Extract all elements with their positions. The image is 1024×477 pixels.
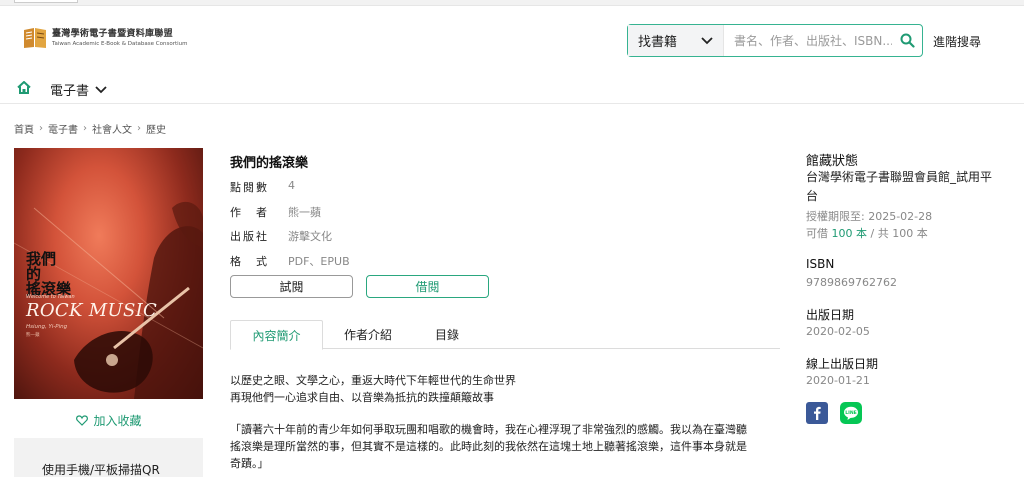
meta-author-label: 作 者 [230,206,269,219]
breadcrumb-separator: › [137,123,141,134]
search-input[interactable] [724,25,892,56]
browser-top-strip [0,0,1024,6]
description-intro: 以歷史之眼、文學之心，重返大時代下年輕世代的生命世界 再現他們一心追求自由、以音… [230,372,780,406]
description-line: 奇蹟。」 [230,457,269,470]
library-name: 台灣學術電子書聯盟會員館_試用平台 [806,170,993,203]
add-favorite-label: 加入收藏 [93,413,142,428]
tab-author-intro[interactable]: 作者介紹 [340,320,396,349]
facebook-share-icon[interactable] [806,402,828,424]
top-tab [14,0,78,3]
trial-button[interactable]: 試閱 [230,275,353,298]
logo-title-zh: 臺灣學術電子書暨資料庫聯盟 [52,28,173,39]
meta-views-label: 點閱數 [230,181,269,194]
breadcrumb-home[interactable]: 首頁 [14,121,34,136]
meta-author: 作 者 熊一蘋 [230,204,321,220]
search-category-label: 找書籍 [638,35,678,50]
breadcrumb-ebook[interactable]: 電子書 [48,121,78,136]
meta-views: 點閱數 4 [230,179,295,195]
add-favorite-button[interactable]: 加入收藏 [66,409,152,431]
license-expiry: 授權期限至: 2025-02-28 [806,210,933,223]
meta-views-value: 4 [288,179,295,192]
tab-description[interactable]: 內容簡介 [230,320,323,350]
description-line: 再現他們一心追求自由、以音樂為抵抗的跌撞顛簸故事 [230,391,494,404]
breadcrumb-separator: › [83,123,87,134]
description-quote: 「讀著六十年前的青少年如何爭取玩團和唱歌的機會時，我在心裡浮現了非常強烈的感觸。… [230,421,780,472]
breadcrumb: 首頁 › 電子書 › 社會人文 › 歷史 [14,121,166,136]
nav-ebook-label: 電子書 [50,84,90,99]
meta-format-label: 格 式 [230,255,269,268]
qr-label: 使用手機/平板掃描QR [42,463,160,477]
breadcrumb-subcategory[interactable]: 歷史 [146,121,166,136]
availability-prefix: 可借 [806,227,828,240]
meta-format-value: PDF、EPUB [288,255,350,268]
isbn-heading: ISBN [806,257,835,271]
nav-ebook-menu[interactable]: 電子書 [50,80,107,99]
cover-author-zh: 熊一蘋 [26,333,40,338]
content-tabs: 內容簡介 作者介紹 目錄 [230,320,780,350]
meta-publisher-value[interactable]: 游擊文化 [288,228,332,244]
online-date-value: 2020-01-21 [806,374,870,387]
book-logo-icon [24,28,46,48]
search-button[interactable] [892,25,922,56]
cover-author-en: Hsiung, Yi-Ping [26,324,68,330]
availability: 可借 100 本 / 共 100 本 [806,225,928,241]
description-line: 搖滾樂是理所當然的事，但其實不是這樣的。此時此刻的我依然在這塊土地上聽著搖滾樂，… [230,440,747,453]
pub-date-value: 2020-02-05 [806,325,870,338]
status-heading: 館藏狀態 [806,154,859,169]
availability-count: 100 本 [831,227,868,240]
description-line: 「讀著六十年前的青少年如何爭取玩團和唱歌的機會時，我在心裡浮現了非常強烈的感觸。… [230,423,747,436]
logo-title-en: Taiwan Academic E-Book & Database Consor… [52,40,188,47]
meta-author-value[interactable]: 熊一蘋 [288,204,321,220]
line-share-icon[interactable]: LINE [840,402,862,424]
tab-toc[interactable]: 目錄 [430,320,464,349]
breadcrumb-category[interactable]: 社會人文 [92,121,132,136]
cover-title: 我們 的 搖滾樂 [26,252,71,297]
search-category-select[interactable]: 找書籍 [628,25,724,56]
site-logo[interactable]: 臺灣學術電子書暨資料庫聯盟 Taiwan Academic E-Book & D… [22,26,187,50]
home-icon[interactable] [17,81,31,94]
book-cover: 我們 的 搖滾樂 Welcome to Taiwan ROCK MUSIC Hs… [14,148,203,399]
meta-format: 格 式 PDF、EPUB [230,253,350,269]
qr-panel: 使用手機/平板掃描QR [14,438,203,477]
advanced-search-link[interactable]: 進階搜尋 [933,33,981,50]
meta-publisher-label: 出版社 [230,230,269,243]
borrow-button[interactable]: 借閱 [366,275,489,298]
breadcrumb-separator: › [39,123,43,134]
book-title: 我們的搖滾樂 [230,156,309,171]
cover-rock-text: ROCK MUSIC [26,300,158,321]
availability-total: / 共 100 本 [870,227,928,240]
online-date-heading: 線上出版日期 [806,357,879,371]
svg-text:LINE: LINE [845,410,857,416]
heart-icon [76,414,89,426]
pub-date-heading: 出版日期 [806,308,855,322]
search-bar: 找書籍 [627,24,923,57]
chevron-down-icon [95,85,107,93]
description-line: 以歷史之眼、文學之心，重返大時代下年輕世代的生命世界 [230,374,516,387]
isbn-value: 9789869762762 [806,276,897,289]
search-icon [900,33,915,48]
main-nav: 電子書 [0,76,1024,104]
chevron-down-icon [701,36,713,44]
meta-publisher: 出版社 游擊文化 [230,228,332,244]
